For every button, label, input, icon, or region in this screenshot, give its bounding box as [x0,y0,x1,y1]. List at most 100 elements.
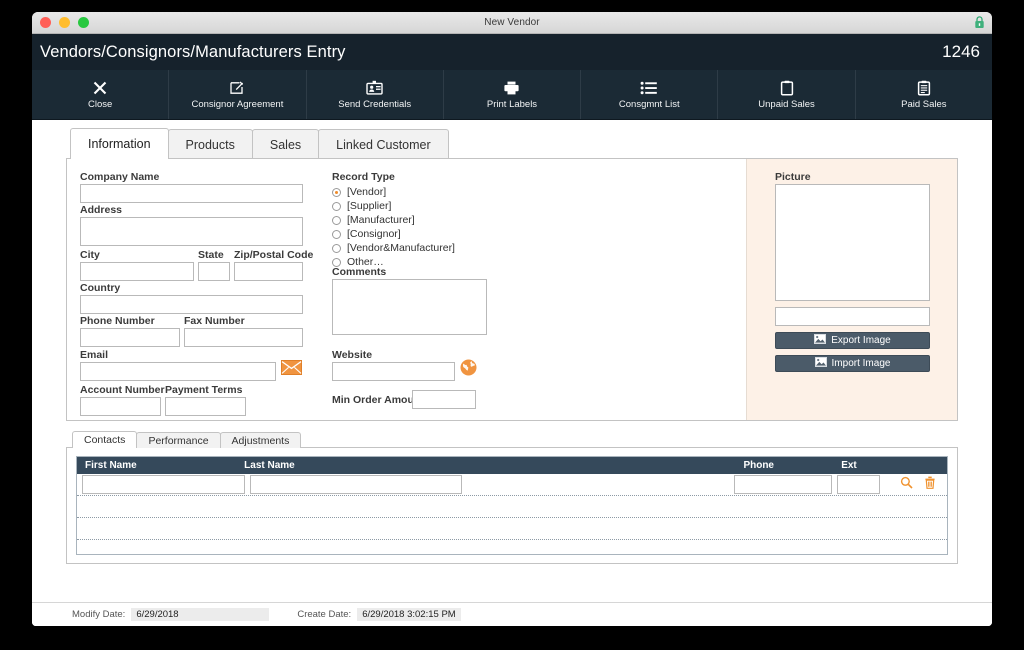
envelope-icon[interactable] [281,360,302,380]
company-name-input[interactable] [80,184,303,203]
form-area: Company Name Address City State Zip/Post… [67,159,746,420]
contacts-grid: First Name Last Name Phone Ext [76,456,948,555]
tab-information[interactable]: Information [70,128,169,159]
zip-input[interactable] [234,262,303,281]
address-label: Address [80,204,123,216]
tab-products[interactable]: Products [167,129,253,159]
clipboard-lines-icon [917,79,931,96]
magnifier-icon[interactable] [900,476,913,494]
contact-ext-input[interactable] [836,475,880,494]
lock-icon [974,16,985,34]
sub-tabs: Contacts Performance Adjustments [72,431,992,448]
picture-filename-input[interactable] [775,307,930,326]
contact-last-name-input[interactable] [250,475,462,494]
country-label: Country [80,282,121,294]
country-input[interactable] [80,295,303,314]
tab-sales[interactable]: Sales [251,129,320,159]
radio-button[interactable] [332,243,341,253]
contacts-grid-header: First Name Last Name Phone Ext [77,457,947,474]
export-image-button[interactable]: Export Image [775,332,930,349]
address-input[interactable] [80,217,303,246]
website-input[interactable] [332,362,455,381]
table-row[interactable] [77,474,947,496]
picture-label: Picture [775,171,811,183]
radio-label: [Supplier] [347,200,392,212]
record-type-label: Record Type [332,171,395,183]
table-row[interactable] [77,518,947,540]
min-order-amount-input[interactable] [412,390,476,409]
toolbar-label: Send Credentials [338,99,412,110]
subtab-label: Adjustments [231,434,290,447]
table-row[interactable] [77,540,947,554]
modify-date-value: 6/29/2018 [131,608,270,621]
radio-label: [Consignor] [347,228,401,240]
picture-preview[interactable] [775,184,930,301]
payment-terms-input[interactable] [165,397,246,416]
zip-label: Zip/Postal Code [234,249,314,261]
radio-button[interactable] [332,187,341,197]
modify-date-label: Modify Date: [72,609,126,620]
state-label: State [198,249,224,261]
toolbar-button-send-credentials[interactable]: Send Credentials [307,70,444,119]
radio-option-consignor[interactable]: [Consignor] [332,228,455,240]
subtab-contacts[interactable]: Contacts [72,431,138,448]
tab-linked-customer[interactable]: Linked Customer [318,129,449,159]
toolbar-label: Consignor Agreement [191,99,284,110]
column-header-first-name[interactable]: First Name [77,460,236,471]
toolbar-label: Print Labels [486,99,538,110]
radio-option-vendor-manufacturer[interactable]: [Vendor&Manufacturer] [332,242,455,254]
radio-option-vendor[interactable]: [Vendor] [332,186,455,198]
image-icon [814,357,827,370]
column-header-phone[interactable]: Phone [735,460,833,471]
window-titlebar: New Vendor [32,12,992,34]
email-label: Email [80,349,109,361]
clipboard-icon [780,79,794,96]
toolbar-label: Unpaid Sales [758,99,815,110]
toolbar-button-consignor-agreement[interactable]: Consignor Agreement [169,70,307,119]
toolbar-button-consgmnt-list[interactable]: Consgmnt List [581,70,719,119]
import-image-label: Import Image [831,358,891,369]
window-title: New Vendor [484,17,540,28]
radio-option-manufacturer[interactable]: [Manufacturer] [332,214,455,226]
contact-phone-input[interactable] [733,475,832,494]
subtab-label: Contacts [84,434,126,446]
trash-icon[interactable] [924,476,936,494]
account-number-input[interactable] [80,397,161,416]
toolbar-label: Paid Sales [901,99,947,110]
contact-first-name-input[interactable] [82,475,245,494]
radio-button[interactable] [332,229,341,239]
globe-icon[interactable] [460,359,477,381]
radio-label: [Manufacturer] [347,214,415,226]
screen: New Vendor Vendors/Consignors/Manufactur… [0,0,1024,650]
state-input[interactable] [198,262,230,281]
record-id: 1246 [942,42,980,61]
comments-input[interactable] [332,279,487,335]
create-date-label: Create Date: [297,609,352,620]
toolbar-button-close[interactable]: Close [32,70,170,119]
email-input[interactable] [80,362,276,381]
page-title: Vendors/Consignors/Manufacturers Entry [40,42,346,61]
toolbar-button-unpaid-sales[interactable]: Unpaid Sales [718,70,856,119]
toolbar-label: Consgmnt List [618,99,680,110]
radio-button[interactable] [332,201,341,211]
toolbar-button-print-labels[interactable]: Print Labels [444,70,582,119]
printer-icon [503,79,520,96]
radio-option-supplier[interactable]: [Supplier] [332,200,455,212]
app-header: Vendors/Consignors/Manufacturers Entry 1… [32,34,992,70]
table-row[interactable] [77,496,947,518]
information-panel: Company Name Address City State Zip/Post… [66,158,958,421]
subtab-performance[interactable]: Performance [136,432,221,448]
toolbar-button-paid-sales[interactable]: Paid Sales [856,70,992,119]
city-input[interactable] [80,262,194,281]
column-header-last-name[interactable]: Last Name [236,460,735,471]
radio-button[interactable] [332,215,341,225]
fax-input[interactable] [184,328,303,347]
import-image-button[interactable]: Import Image [775,355,930,372]
tab-label: Information [88,137,151,151]
phone-input[interactable] [80,328,180,347]
column-header-ext[interactable]: Ext [833,460,947,471]
create-date-value: 6/29/2018 3:02:15 PM [357,608,461,621]
radio-label: [Vendor] [347,186,387,198]
subtab-adjustments[interactable]: Adjustments [219,432,302,448]
app-window: New Vendor Vendors/Consignors/Manufactur… [32,12,992,626]
